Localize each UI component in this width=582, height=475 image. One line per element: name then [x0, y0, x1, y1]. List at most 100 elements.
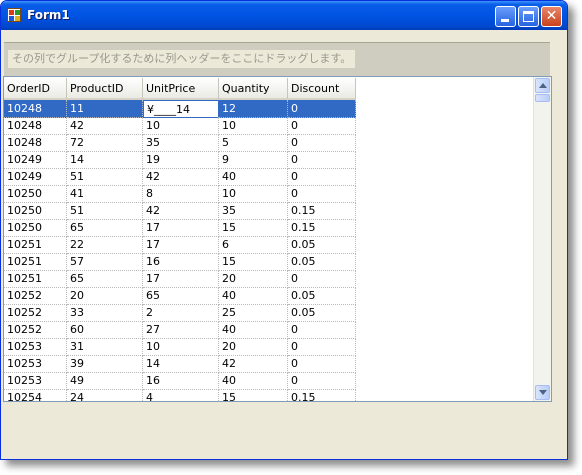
cell-quantity[interactable]: 9 [219, 151, 288, 169]
cell-quantity[interactable]: 15 [219, 253, 288, 271]
cell-orderid[interactable]: 10249 [4, 151, 67, 169]
cell-discount[interactable]: 0 [288, 151, 356, 169]
cell-unitprice[interactable]: 17 [143, 236, 219, 254]
cell-discount[interactable]: 0 [288, 321, 356, 339]
cell-discount[interactable]: 0.05 [288, 253, 356, 271]
maximize-button[interactable] [518, 6, 539, 27]
cell-productid[interactable]: 33 [67, 304, 143, 322]
cell-unitprice[interactable]: 16 [143, 372, 219, 390]
cell-unitprice[interactable]: 27 [143, 321, 219, 339]
cell-unitprice[interactable]: 16 [143, 253, 219, 271]
cell-quantity[interactable]: 40 [219, 287, 288, 305]
cell-productid[interactable]: 60 [67, 321, 143, 339]
cell-orderid[interactable]: 10249 [4, 168, 67, 186]
cell-discount[interactable]: 0 [288, 185, 356, 203]
table-row[interactable]: 10250 65 17 15 0.15 [4, 219, 356, 237]
cell-unitprice[interactable]: 10 [143, 117, 219, 135]
cell-discount[interactable]: 0 [288, 338, 356, 356]
table-row[interactable]: 10248 72 35 5 0 [4, 134, 356, 152]
cell-orderid[interactable]: 10248 [4, 134, 67, 152]
cell-orderid[interactable]: 10250 [4, 202, 67, 220]
cell-productid[interactable]: 22 [67, 236, 143, 254]
cell-discount[interactable]: 0.15 [288, 389, 356, 401]
cell-orderid[interactable]: 10250 [4, 185, 67, 203]
table-row[interactable]: 10251 65 17 20 0 [4, 270, 356, 288]
table-row[interactable]: 10250 41 8 10 0 [4, 185, 356, 203]
unitprice-edit-input[interactable]: ¥____14 [143, 100, 219, 118]
cell-quantity[interactable]: 15 [219, 219, 288, 237]
title-bar[interactable]: Form1 ✕ [1, 1, 567, 30]
app-icon[interactable] [7, 8, 21, 22]
cell-quantity[interactable]: 6 [219, 236, 288, 254]
cell-quantity[interactable]: 10 [219, 185, 288, 203]
vertical-scrollbar[interactable] [533, 77, 551, 401]
cell-unitprice[interactable]: 10 [143, 338, 219, 356]
scroll-down-button[interactable] [535, 385, 550, 400]
cell-discount[interactable]: 0.05 [288, 236, 356, 254]
cell-discount[interactable]: 0 [288, 355, 356, 373]
table-row[interactable]: 10252 33 2 25 0.05 [4, 304, 356, 322]
table-row[interactable]: 10249 51 42 40 0 [4, 168, 356, 186]
table-row[interactable]: 10252 20 65 40 0.05 [4, 287, 356, 305]
close-button[interactable]: ✕ [541, 6, 562, 27]
cell-productid[interactable]: 51 [67, 202, 143, 220]
cell-unitprice[interactable]: 17 [143, 270, 219, 288]
cell-discount[interactable]: 0 [288, 134, 356, 152]
cell-quantity[interactable]: 20 [219, 338, 288, 356]
cell-quantity[interactable]: 40 [219, 168, 288, 186]
table-row[interactable]: 10252 60 27 40 0 [4, 321, 356, 339]
cell-productid[interactable]: 42 [67, 117, 143, 135]
cell-productid[interactable]: 72 [67, 134, 143, 152]
cell-orderid[interactable]: 10252 [4, 287, 67, 305]
cell-orderid[interactable]: 10252 [4, 304, 67, 322]
cell-productid[interactable]: 65 [67, 219, 143, 237]
cell-unitprice[interactable]: 8 [143, 185, 219, 203]
table-row[interactable]: 10253 31 10 20 0 [4, 338, 356, 356]
cell-discount[interactable]: 0.05 [288, 287, 356, 305]
cell-discount[interactable]: 0.15 [288, 219, 356, 237]
column-header-discount[interactable]: Discount [288, 78, 356, 100]
column-header-orderid[interactable]: OrderID [4, 78, 67, 100]
cell-orderid[interactable]: 10251 [4, 236, 67, 254]
cell-productid[interactable]: 24 [67, 389, 143, 401]
cell-unitprice[interactable]: 42 [143, 202, 219, 220]
cell-productid[interactable]: 11 [67, 100, 143, 118]
cell-orderid[interactable]: 10251 [4, 270, 67, 288]
cell-quantity[interactable]: 40 [219, 372, 288, 390]
cell-discount[interactable]: 0.15 [288, 202, 356, 220]
cell-quantity[interactable]: 12 [219, 100, 288, 118]
cell-discount[interactable]: 0 [288, 372, 356, 390]
data-grid[interactable]: OrderID ProductID UnitPrice Quantity Discoun… [3, 76, 552, 402]
cell-orderid[interactable]: 10253 [4, 355, 67, 373]
cell-unitprice[interactable]: 19 [143, 151, 219, 169]
scroll-up-button[interactable] [535, 78, 550, 93]
cell-orderid[interactable]: 10253 [4, 338, 67, 356]
cell-productid[interactable]: 41 [67, 185, 143, 203]
cell-orderid[interactable]: 10254 [4, 389, 67, 401]
table-row[interactable]: 10248 11 ¥____14 12 0 [4, 100, 356, 118]
cell-unitprice[interactable]: 4 [143, 389, 219, 401]
table-row[interactable]: 10251 57 16 15 0.05 [4, 253, 356, 271]
cell-quantity[interactable]: 40 [219, 321, 288, 339]
cell-unitprice[interactable]: 2 [143, 304, 219, 322]
cell-quantity[interactable]: 15 [219, 389, 288, 401]
cell-unitprice[interactable]: 42 [143, 168, 219, 186]
table-row[interactable]: 10251 22 17 6 0.05 [4, 236, 356, 254]
cell-orderid[interactable]: 10248 [4, 100, 67, 118]
cell-discount[interactable]: 0 [288, 100, 356, 118]
minimize-button[interactable] [495, 6, 516, 27]
cell-discount[interactable]: 0.05 [288, 304, 356, 322]
cell-unitprice[interactable]: 17 [143, 219, 219, 237]
cell-quantity[interactable]: 10 [219, 117, 288, 135]
cell-productid[interactable]: 49 [67, 372, 143, 390]
table-row[interactable]: 10254 24 4 15 0.15 [4, 389, 356, 401]
scroll-thumb[interactable] [535, 94, 550, 102]
cell-quantity[interactable]: 25 [219, 304, 288, 322]
cell-productid[interactable]: 57 [67, 253, 143, 271]
group-by-panel[interactable]: その列でグループ化するために列ヘッダーをここにドラッグします。 [4, 42, 550, 77]
cell-orderid[interactable]: 10250 [4, 219, 67, 237]
cell-unitprice[interactable]: 35 [143, 134, 219, 152]
cell-productid[interactable]: 14 [67, 151, 143, 169]
cell-quantity[interactable]: 20 [219, 270, 288, 288]
table-row[interactable]: 10248 42 10 10 0 [4, 117, 356, 135]
